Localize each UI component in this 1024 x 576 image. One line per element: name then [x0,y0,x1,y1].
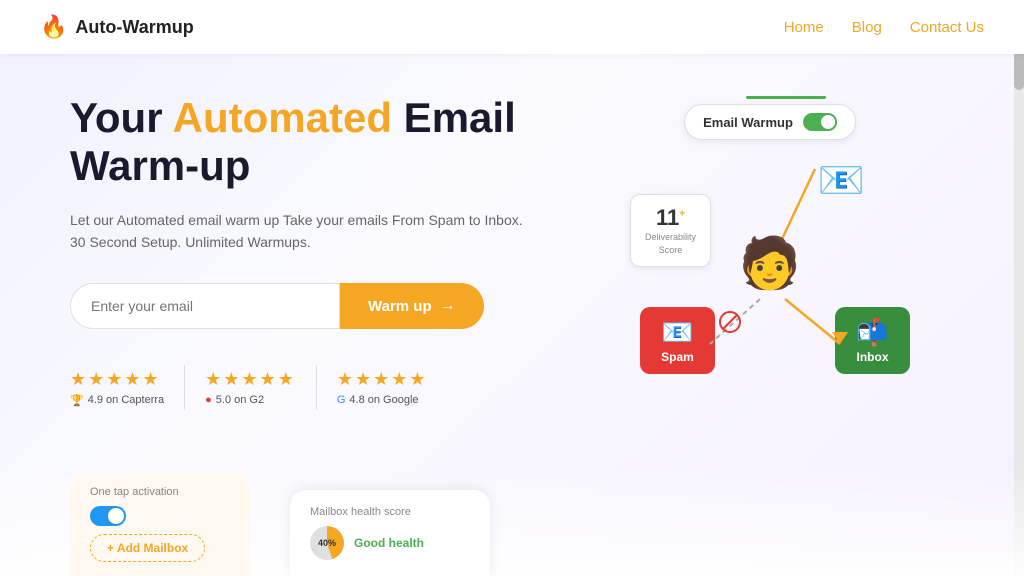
warmup-button-label: Warm up [368,298,432,315]
inbox-box-icon: 📬 [851,317,894,348]
header: 🔥 Auto-Warmup Home Blog Contact Us [0,0,1024,54]
activation-toggle[interactable] [90,506,126,526]
spam-label: Spam [661,350,694,364]
google-label: G 4.8 on Google [337,394,419,406]
rating-divider-2 [316,365,317,410]
google-stars: ★★★★★ [337,369,428,390]
headline: Your Automated Email Warm-up [70,94,590,191]
bottom-preview: One tap activation + Add Mailbox Mailbox… [0,466,1024,576]
nav-contact[interactable]: Contact Us [910,19,984,36]
g2-stars: ★★★★★ [205,369,296,390]
capterra-icon: 🏆 [70,394,84,407]
logo-icon: 🔥 [40,14,67,40]
subtitle: Let our Automated email warm up Take you… [70,209,590,254]
main-content: Your Automated Email Warm-up Let our Aut… [0,54,1024,430]
health-circle: 40% [310,526,344,560]
headline-part1: Your [70,94,173,141]
email-warmup-label: Email Warmup [703,115,793,130]
health-card: Mailbox health score 40% Good health [290,490,490,576]
cta-row: Warm up → [70,283,590,329]
ratings-row: ★★★★★ 🏆 4.9 on Capterra ★★★★★ ● 5.0 on G… [70,365,590,410]
subtitle-line2: 30 Second Setup. Unlimited Warmups. [70,234,311,250]
activation-title: One tap activation [90,486,230,498]
nav-home[interactable]: Home [784,19,824,36]
inbox-box: 📬 Inbox [835,307,910,374]
deliverability-score-card: 11+ Deliverability Score [630,194,711,267]
inbox-label: Inbox [857,350,889,364]
rating-google: ★★★★★ G 4.8 on Google [337,369,428,406]
nav: Home Blog Contact Us [784,19,984,36]
rating-g2: ★★★★★ ● 5.0 on G2 [205,369,296,406]
green-line-decoration [746,96,826,99]
google-icon: G [337,394,346,406]
add-mailbox-button[interactable]: + Add Mailbox [90,534,205,562]
logo: 🔥 Auto-Warmup [40,14,194,40]
health-row: 40% Good health [310,526,470,560]
email-warmup-card: Email Warmup [684,104,856,140]
health-label: Good health [354,536,424,550]
logo-text: Auto-Warmup [75,17,193,38]
envelope-icon: 📧 [818,159,865,203]
capterra-text: 4.9 on Capterra [88,394,164,406]
capterra-label: 🏆 4.9 on Capterra [70,394,164,407]
rating-capterra: ★★★★★ 🏆 4.9 on Capterra [70,369,164,407]
activation-card: One tap activation + Add Mailbox [70,472,250,576]
spam-box: 📧 Spam [640,307,715,374]
activation-toggle-row [90,506,230,526]
left-section: Your Automated Email Warm-up Let our Aut… [70,94,590,410]
score-number: 11+ [645,205,696,231]
health-title: Mailbox health score [310,506,470,518]
warmup-arrow-icon: → [440,297,456,315]
right-illustration: Email Warmup 11+ [610,94,930,410]
add-mailbox-label: + Add Mailbox [107,541,188,555]
capterra-stars: ★★★★★ [70,369,161,390]
spam-box-icon: 📧 [656,317,699,348]
person-figure: 🧑 [739,234,801,293]
health-value: 40% [318,538,336,548]
rating-divider-1 [184,365,185,410]
g2-icon: ● [205,394,212,406]
illustration-container: Email Warmup 11+ [620,104,920,384]
score-label: Deliverability Score [645,231,696,256]
nav-blog[interactable]: Blog [852,19,882,36]
headline-automated: Automated [173,94,392,141]
subtitle-line1: Let our Automated email warm up Take you… [70,212,523,228]
google-text: 4.8 on Google [349,394,418,406]
g2-text: 5.0 on G2 [216,394,264,406]
warmup-toggle[interactable] [803,113,837,131]
g2-label: ● 5.0 on G2 [205,394,264,406]
email-input[interactable] [70,283,340,329]
warmup-button[interactable]: Warm up → [340,283,484,329]
